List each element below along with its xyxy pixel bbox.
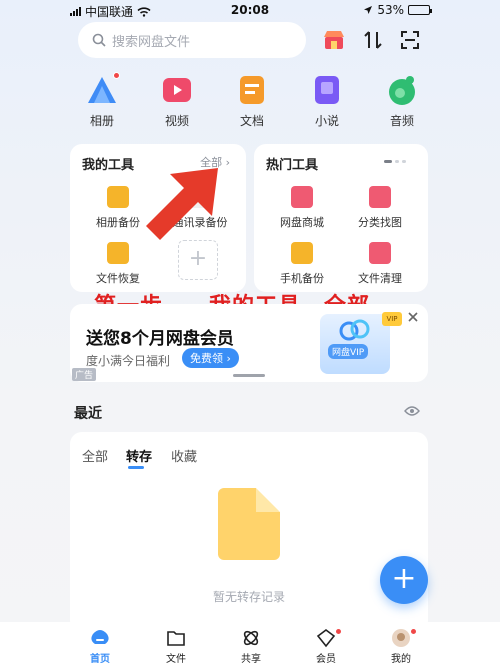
promo-banner[interactable]: 送您8个月网盘会员 度小满今日福利 免费领 › 广告 网盘VIP VIP bbox=[70, 304, 428, 382]
video-icon bbox=[161, 74, 193, 106]
my-tools-title: 我的工具 bbox=[82, 158, 135, 173]
banner-title: 送您8个月网盘会员 bbox=[86, 329, 234, 349]
tool-photo-search[interactable]: 分类找图 bbox=[340, 186, 420, 230]
tab-favorites[interactable]: 收藏 bbox=[171, 446, 197, 465]
recent-title: 最近 bbox=[74, 406, 102, 422]
photo-search-icon bbox=[369, 186, 391, 208]
category-label: 文档 bbox=[239, 114, 264, 128]
search-placeholder: 搜索网盘文件 bbox=[112, 34, 191, 50]
share-icon bbox=[243, 630, 259, 646]
tabbar-share[interactable]: 共享 bbox=[226, 628, 276, 665]
category-doc[interactable]: 文档 bbox=[222, 74, 282, 129]
tab-transfer[interactable]: 转存 bbox=[126, 446, 152, 465]
category-novel[interactable]: 小说 bbox=[297, 74, 357, 129]
profile-icon bbox=[392, 629, 410, 647]
tabbar-label: 会员 bbox=[316, 654, 336, 665]
tab-all[interactable]: 全部 bbox=[82, 446, 108, 465]
audio-icon bbox=[386, 74, 418, 106]
tool-phone-backup[interactable]: 手机备份 bbox=[262, 242, 342, 286]
annotation-arrow-icon bbox=[146, 168, 218, 240]
shop-icon[interactable] bbox=[322, 28, 346, 52]
category-audio[interactable]: 音频 bbox=[372, 74, 432, 129]
close-icon[interactable] bbox=[408, 312, 418, 322]
category-album[interactable]: 相册 bbox=[72, 72, 132, 129]
tabbar-files[interactable]: 文件 bbox=[151, 628, 201, 665]
category-label: 相册 bbox=[89, 114, 114, 128]
pager-dot bbox=[395, 160, 399, 163]
tabbar-label: 我的 bbox=[391, 654, 411, 665]
file-recovery-icon bbox=[107, 242, 129, 264]
tabbar-profile[interactable]: 我的 bbox=[376, 628, 426, 665]
battery-percent: 53% bbox=[377, 3, 404, 17]
folder-icon bbox=[167, 631, 185, 646]
battery-icon bbox=[408, 5, 432, 15]
novel-icon bbox=[311, 74, 343, 106]
phone-backup-icon bbox=[291, 242, 313, 264]
category-video[interactable]: 视频 bbox=[147, 74, 207, 129]
search-icon bbox=[92, 33, 106, 47]
tool-file-cleanup[interactable]: 文件清理 bbox=[340, 242, 420, 286]
vip-badge: VIP bbox=[382, 312, 402, 326]
status-bar: 中国联通 20:08 53% bbox=[0, 0, 500, 20]
profile-badge-dot bbox=[410, 628, 417, 635]
tabbar-vip[interactable]: 会员 bbox=[301, 628, 351, 665]
tool-shop[interactable]: 网盘商城 bbox=[262, 186, 342, 230]
bottom-tab-bar: 首页 文件 共享 会员 我的 bbox=[0, 622, 500, 666]
file-cleanup-icon bbox=[369, 242, 391, 264]
add-fab-button[interactable]: + bbox=[380, 556, 428, 604]
tabbar-label: 首页 bbox=[90, 654, 110, 665]
empty-state-text: 暂无转存记录 bbox=[212, 590, 285, 604]
category-label: 音频 bbox=[389, 114, 414, 128]
doc-icon bbox=[236, 74, 268, 106]
vip-label: 网盘VIP bbox=[328, 344, 369, 359]
status-right: 53% bbox=[363, 3, 432, 17]
banner-subtitle: 度小满今日福利 bbox=[86, 354, 171, 368]
tool-label: 手机备份 bbox=[280, 272, 324, 285]
vip-card-image: 网盘VIP bbox=[320, 314, 390, 374]
tabbar-label: 共享 bbox=[241, 654, 261, 665]
tool-label: 文件恢复 bbox=[96, 272, 140, 285]
tabbar-home[interactable]: 首页 bbox=[75, 628, 125, 665]
empty-document-icon bbox=[218, 488, 280, 560]
tool-label: 相册备份 bbox=[96, 216, 140, 229]
scan-icon[interactable] bbox=[398, 28, 422, 52]
album-icon bbox=[86, 72, 120, 106]
cloud-icon bbox=[339, 319, 370, 341]
eye-icon[interactable] bbox=[404, 405, 420, 417]
recent-card: 全部 转存 收藏 暂无转存记录 bbox=[70, 432, 428, 632]
album-backup-icon bbox=[107, 186, 129, 208]
tabbar-label: 文件 bbox=[166, 654, 186, 665]
transfer-icon[interactable] bbox=[361, 28, 385, 52]
tool-label: 网盘商城 bbox=[280, 216, 324, 229]
category-row: 相册 视频 文档 小说 音频 bbox=[72, 72, 432, 129]
category-label: 视频 bbox=[164, 114, 189, 128]
pager-dot-active bbox=[384, 160, 392, 163]
pager-dot bbox=[402, 160, 406, 163]
home-icon bbox=[91, 630, 109, 644]
shop-tool-icon bbox=[291, 186, 313, 208]
plus-icon: + bbox=[391, 561, 417, 596]
hot-tools-title: 热门工具 bbox=[266, 158, 319, 173]
ad-tag: 广告 bbox=[72, 368, 97, 381]
scroll-indicator bbox=[233, 374, 265, 377]
vip-icon bbox=[316, 629, 336, 648]
active-tab-underline bbox=[128, 466, 144, 469]
search-input[interactable]: 搜索网盘文件 bbox=[78, 22, 306, 58]
hot-tools-card: 热门工具 网盘商城 分类找图 手机备份 文件清理 bbox=[254, 144, 428, 292]
tool-label: 文件清理 bbox=[358, 272, 402, 285]
album-badge bbox=[113, 72, 120, 79]
tool-label: 分类找图 bbox=[358, 216, 402, 229]
free-claim-button[interactable]: 免费领 › bbox=[182, 348, 239, 368]
vip-badge-dot bbox=[335, 628, 342, 635]
category-label: 小说 bbox=[314, 114, 339, 128]
location-icon bbox=[364, 6, 373, 14]
